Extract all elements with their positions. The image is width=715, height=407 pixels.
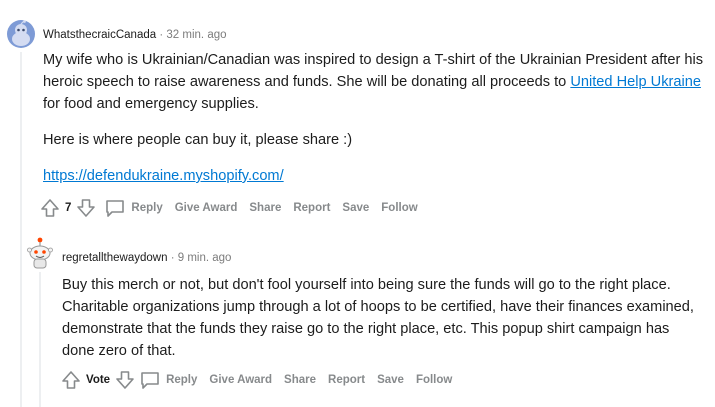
upvote-button[interactable]: [38, 196, 62, 220]
united-help-ukraine-link[interactable]: United Help Ukraine: [570, 74, 701, 90]
share-button[interactable]: Share: [243, 202, 287, 214]
upvote-button[interactable]: [59, 368, 83, 392]
downvote-button[interactable]: [74, 196, 98, 220]
comment-bubble-icon: [141, 372, 159, 389]
report-button[interactable]: Report: [322, 374, 371, 386]
upvote-arrow-icon: [62, 371, 80, 389]
downvote-arrow-icon: [77, 199, 96, 217]
comment-paragraph: My wife who is Ukrainian/Canadian was in…: [43, 49, 703, 115]
meta-separator: ·: [159, 29, 164, 41]
meta-separator: ·: [170, 252, 175, 264]
avatar[interactable]: [7, 20, 35, 48]
comment-timestamp[interactable]: 9 min. ago: [178, 252, 232, 264]
avatar[interactable]: [26, 236, 54, 270]
comment-body: My wife who is Ukrainian/Canadian was in…: [43, 49, 703, 187]
share-button[interactable]: Share: [278, 374, 322, 386]
comment-author[interactable]: regretallthewaydown: [62, 252, 167, 264]
comment-meta: regretallthewaydown · 9 min. ago: [62, 250, 231, 266]
upvote-arrow-icon: [41, 199, 59, 217]
comment-author[interactable]: WhatsthecraicCanada: [43, 29, 156, 41]
snoo-avatar-icon: [12, 20, 30, 46]
reply-button[interactable]: Reply: [139, 370, 203, 390]
paragraph-text: for food and emergency supplies.: [43, 96, 259, 112]
comment-meta: WhatsthecraicCanada · 32 min. ago: [43, 27, 227, 43]
comment-body: Buy this merch or not, but don't fool yo…: [62, 274, 702, 362]
follow-button[interactable]: Follow: [375, 202, 423, 214]
comment-timestamp[interactable]: 32 min. ago: [166, 29, 226, 41]
comment-paragraph: https://defendukraine.myshopify.com/: [43, 165, 703, 187]
follow-button[interactable]: Follow: [410, 374, 458, 386]
vote-score: Vote: [86, 374, 111, 386]
thread-line[interactable]: [20, 52, 22, 407]
vote-score: 7: [65, 202, 72, 214]
reply-label: Reply: [131, 202, 163, 214]
comment-actions: Vote Reply Give Award Share Report Save …: [59, 368, 458, 392]
save-button[interactable]: Save: [336, 202, 375, 214]
reply-label: Reply: [166, 374, 198, 386]
downvote-button[interactable]: [113, 368, 137, 392]
report-button[interactable]: Report: [287, 202, 336, 214]
give-award-button[interactable]: Give Award: [169, 202, 244, 214]
reply-button[interactable]: Reply: [104, 198, 168, 218]
save-button[interactable]: Save: [371, 374, 410, 386]
shop-link[interactable]: https://defendukraine.myshopify.com/: [43, 168, 284, 184]
comment-bubble-icon: [106, 200, 125, 217]
comment-actions: 7 Reply Give Award Share Report Save Fol…: [38, 196, 424, 220]
comment-paragraph: Here is where people can buy it, please …: [43, 132, 353, 148]
give-award-button[interactable]: Give Award: [203, 374, 278, 386]
thread-line[interactable]: [39, 272, 41, 407]
snoo-avatar-icon: [27, 237, 53, 269]
downvote-arrow-icon: [116, 371, 134, 389]
comment-paragraph: Buy this merch or not, but don't fool yo…: [62, 277, 694, 359]
